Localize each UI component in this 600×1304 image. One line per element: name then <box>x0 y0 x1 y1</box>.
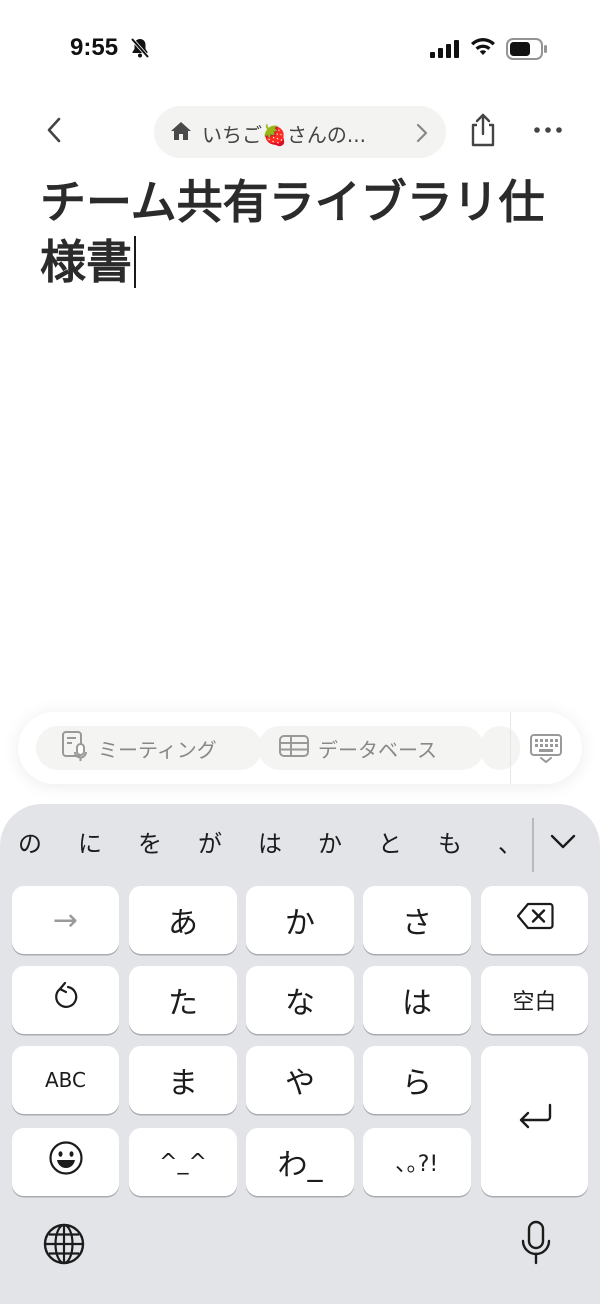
battery-icon <box>506 38 548 64</box>
text-cursor <box>134 236 136 288</box>
meeting-chip-label: ミーティング <box>98 737 217 762</box>
table-icon <box>278 734 310 762</box>
suggestion-item[interactable]: に <box>78 824 102 859</box>
page-title[interactable]: チーム共有ライブラリ仕様書 <box>40 172 570 292</box>
punctuation-key[interactable]: ､｡?! <box>363 1128 471 1196</box>
undo-key[interactable] <box>12 966 119 1034</box>
abc-key[interactable]: ABC <box>12 1046 119 1114</box>
emoji-smiley-icon <box>48 1140 84 1184</box>
meeting-notes-icon <box>60 730 90 766</box>
suggestion-item[interactable]: の <box>18 824 42 859</box>
key-wa[interactable]: わ_ <box>246 1128 354 1196</box>
suggestion-item[interactable]: 、 <box>498 824 522 859</box>
switch-keyboard-button[interactable] <box>42 1222 86 1270</box>
share-icon <box>468 113 498 152</box>
key-ka[interactable]: か <box>246 886 354 954</box>
next-candidate-key[interactable]: → <box>12 886 119 954</box>
key-ma[interactable]: ま <box>129 1046 237 1114</box>
globe-icon <box>42 1223 86 1270</box>
space-key[interactable]: 空白 <box>481 966 588 1034</box>
status-time: 9:55 <box>70 34 119 61</box>
suggestion-item[interactable]: が <box>198 824 222 859</box>
suggestion-item[interactable]: と <box>378 824 402 859</box>
key-sa[interactable]: さ <box>363 886 471 954</box>
key-a[interactable]: あ <box>129 886 237 954</box>
emoji-key[interactable] <box>12 1128 119 1196</box>
meeting-chip[interactable]: ミーティング <box>36 726 262 770</box>
quick-insert-toolbar: ミーティング データベース <box>18 712 582 784</box>
ellipsis-icon <box>532 127 564 146</box>
home-icon <box>170 121 192 145</box>
more-chip[interactable] <box>480 726 520 770</box>
microphone-icon <box>520 1220 552 1270</box>
wifi-icon <box>470 37 496 61</box>
database-chip[interactable]: データベース <box>258 726 484 770</box>
key-ya[interactable]: や <box>246 1046 354 1114</box>
delete-key[interactable] <box>481 886 588 954</box>
key-ha[interactable]: は <box>363 966 471 1034</box>
key-na[interactable]: な <box>246 966 354 1034</box>
suggestion-item[interactable]: も <box>438 824 462 859</box>
undo-icon <box>52 981 80 1019</box>
more-options-button[interactable] <box>532 118 564 146</box>
page-title-text: チーム共有ライブラリ仕様書 <box>40 175 545 289</box>
suggestion-item[interactable]: は <box>258 824 282 859</box>
key-ra[interactable]: ら <box>363 1046 471 1114</box>
share-button[interactable] <box>468 112 498 152</box>
breadcrumb-label: いちご🍓さんの... <box>202 123 366 147</box>
suggestion-item[interactable]: を <box>138 824 162 859</box>
dictation-button[interactable] <box>520 1220 552 1270</box>
chevron-left-icon <box>46 117 62 147</box>
return-key[interactable] <box>481 1046 588 1196</box>
chevron-down-icon <box>550 834 576 854</box>
back-button[interactable] <box>36 112 72 152</box>
chevron-right-icon <box>416 123 428 147</box>
silent-bell-icon <box>128 36 152 64</box>
kaomoji-key[interactable]: ^_^ <box>129 1128 237 1196</box>
suggestion-divider <box>532 818 534 872</box>
return-icon <box>516 1102 554 1140</box>
status-bar: 9:55 <box>0 0 600 96</box>
keyboard-dismiss-icon <box>530 734 562 768</box>
expand-suggestions-button[interactable] <box>550 834 576 854</box>
breadcrumb[interactable]: いちご🍓さんの... <box>154 106 446 158</box>
cellular-signal-icon <box>430 40 460 62</box>
database-chip-label: データベース <box>318 737 437 762</box>
hide-keyboard-button[interactable] <box>530 734 562 768</box>
suggestion-item[interactable]: か <box>318 824 342 859</box>
delete-backward-icon <box>516 902 554 938</box>
toolbar-divider <box>510 712 511 784</box>
key-ta[interactable]: た <box>129 966 237 1034</box>
